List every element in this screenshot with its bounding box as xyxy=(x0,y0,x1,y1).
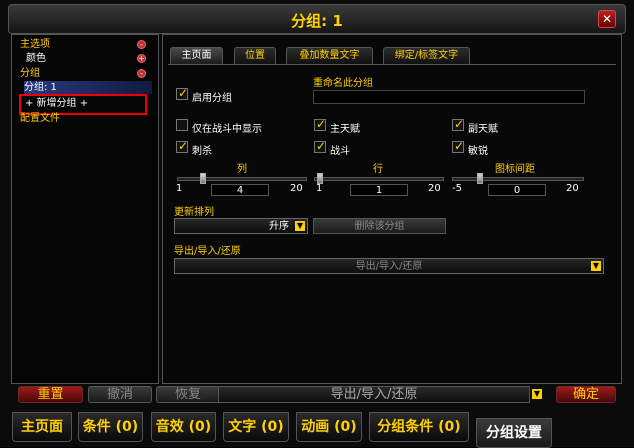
reset-button[interactable]: 重置 xyxy=(18,386,83,403)
delete-group-button[interactable]: 删除该分组 xyxy=(313,218,446,234)
sort-order-value: 升序 xyxy=(269,221,289,232)
tab-conditions[interactable]: 条件 (0) xyxy=(78,412,143,442)
spacing-value-box[interactable]: 0 xyxy=(488,184,546,196)
checkbox-label: 仅在战斗中显示 xyxy=(192,124,262,135)
tellmewhen-config-window: 分组: 1 ✕ 主选项 - 颜色 + 分组 - 分组: 1 + 新增分组 + 配… xyxy=(0,0,634,448)
tab-stack-text[interactable]: 叠加数量文字 xyxy=(286,47,373,64)
tree-item-label: 分组 xyxy=(20,68,40,79)
slider-min: -5 xyxy=(452,183,462,194)
slider-thumb[interactable] xyxy=(200,173,206,184)
expand-icon[interactable]: + xyxy=(137,54,146,63)
checkbox-label: 战斗 xyxy=(330,146,350,157)
rows-slider[interactable] xyxy=(314,173,444,184)
export-label: 导出/导入/还原 xyxy=(174,246,241,257)
slider-max: 20 xyxy=(428,183,441,194)
export-import-dropdown[interactable]: 导出/导入/还原 ▼ xyxy=(174,258,604,274)
slider-max: 20 xyxy=(290,183,303,194)
tree-item-main-options[interactable]: 主选项 - xyxy=(20,38,152,51)
export-import-text: 导出/导入/还原 xyxy=(355,261,423,272)
tab-animation[interactable]: 动画 (0) xyxy=(296,412,362,442)
tree-item-label: 分组: 1 xyxy=(24,82,57,93)
collapse-icon[interactable]: - xyxy=(137,40,146,49)
tab-text[interactable]: 文字 (0) xyxy=(223,412,289,442)
rename-group-label: 重命名此分组 xyxy=(313,78,373,89)
tab-group-settings[interactable]: 分组设置 xyxy=(476,418,552,448)
subtlety-checkbox[interactable] xyxy=(452,139,464,153)
bottom-button-bar: 重置 撤消 恢复 导出/导入/还原 ▼ 确定 xyxy=(12,386,622,406)
tree-item-group-1[interactable]: 分组: 1 xyxy=(24,81,152,94)
slider-title-rows: 行 xyxy=(373,164,383,175)
tree-item-groups[interactable]: 分组 - xyxy=(20,67,152,80)
tab-group-conditions[interactable]: 分组条件 (0) xyxy=(369,412,469,442)
combat-checkbox[interactable] xyxy=(314,139,326,153)
chevron-down-icon[interactable]: ▼ xyxy=(295,221,305,231)
sort-label: 更新排列 xyxy=(174,207,214,218)
slider-title-spacing: 图标间距 xyxy=(495,164,535,175)
collapse-icon[interactable]: - xyxy=(137,69,146,78)
checkbox-label: 主天赋 xyxy=(330,124,360,135)
redo-button[interactable]: 恢复 xyxy=(156,386,220,403)
secondary-spec-checkbox[interactable] xyxy=(452,117,464,131)
slider-min: 1 xyxy=(176,183,183,194)
tree-item-profiles[interactable]: 配置文件 xyxy=(20,112,152,125)
tree-item-colors[interactable]: 颜色 + xyxy=(26,52,152,65)
export-import-main-button[interactable]: 导出/导入/还原 xyxy=(218,386,530,403)
tab-main-page[interactable]: 主页面 xyxy=(12,412,72,442)
columns-slider[interactable] xyxy=(177,173,307,184)
checkbox-label: 敏锐 xyxy=(468,146,488,157)
tab-binding-text[interactable]: 绑定/标签文字 xyxy=(383,47,470,64)
spacing-slider[interactable] xyxy=(452,173,584,184)
rename-group-input[interactable] xyxy=(313,90,585,104)
tree-item-label: 颜色 xyxy=(26,53,46,64)
window-title: 分组: 1 xyxy=(291,12,343,30)
assassination-checkbox[interactable] xyxy=(176,139,188,153)
tree-item-label: 配置文件 xyxy=(20,113,60,124)
enable-group-checkbox[interactable] xyxy=(176,86,188,100)
sort-order-dropdown[interactable]: 升序 ▼ xyxy=(174,218,308,234)
combat-only-checkbox[interactable] xyxy=(176,119,188,131)
tree-item-label: 主选项 xyxy=(20,39,50,50)
undo-button[interactable]: 撤消 xyxy=(88,386,152,403)
columns-value-box[interactable]: 4 xyxy=(211,184,269,196)
settings-content-panel xyxy=(162,34,622,384)
tab-position[interactable]: 位置 xyxy=(234,47,276,64)
rows-value-box[interactable]: 1 xyxy=(350,184,408,196)
tab-sounds[interactable]: 音效 (0) xyxy=(151,412,216,442)
chevron-down-icon[interactable]: ▼ xyxy=(532,389,542,399)
tab-divider xyxy=(168,64,616,65)
slider-title-columns: 列 xyxy=(237,164,247,175)
enable-group-label: 启用分组 xyxy=(192,93,232,104)
checkbox-label: 刺杀 xyxy=(192,146,212,157)
close-button[interactable]: ✕ xyxy=(598,10,616,28)
slider-min: 1 xyxy=(316,183,323,194)
export-import-text: 导出/导入/还原 xyxy=(330,387,418,402)
title-bar[interactable]: 分组: 1 ✕ xyxy=(8,4,626,34)
checkbox-label: 副天赋 xyxy=(468,124,498,135)
tab-main[interactable]: 主页面 xyxy=(170,47,223,64)
ok-button[interactable]: 确定 xyxy=(556,386,616,403)
primary-spec-checkbox[interactable] xyxy=(314,117,326,131)
chevron-down-icon[interactable]: ▼ xyxy=(591,261,601,271)
slider-thumb[interactable] xyxy=(477,173,483,184)
slider-max: 20 xyxy=(566,183,579,194)
